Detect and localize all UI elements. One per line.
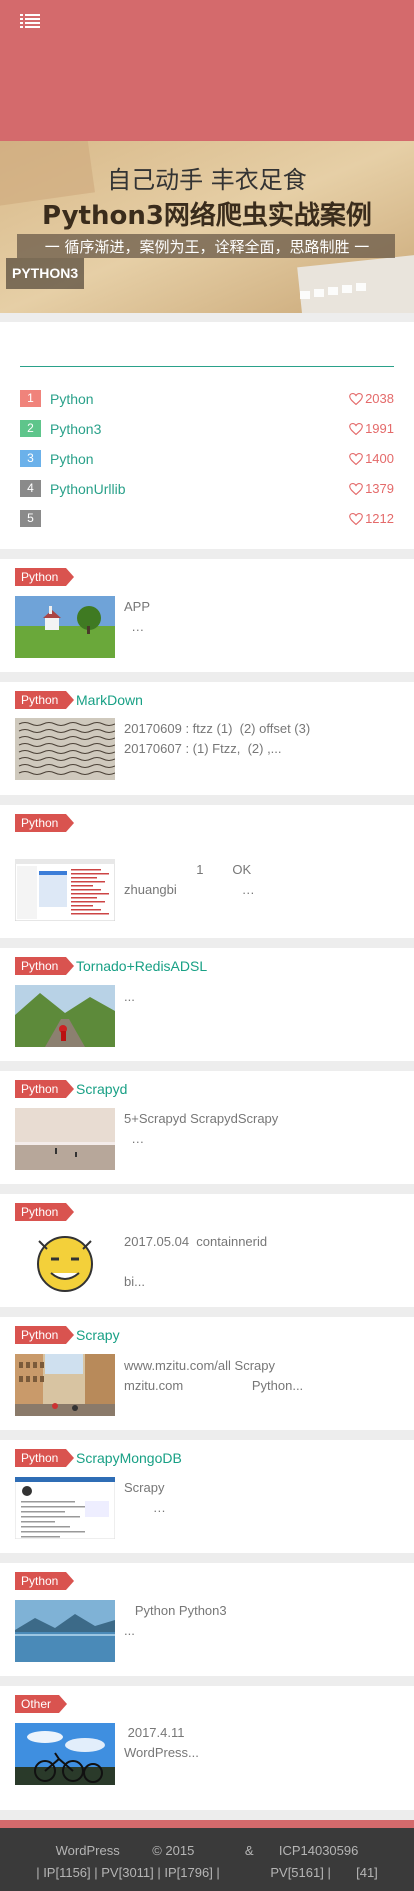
post-thumbnail-image [15,1600,115,1662]
footer-stats: | IP[1156] | PV[3011] | IP[1796] | PV[51… [36,1865,378,1880]
post-thumbnail-image [15,859,115,921]
post-card: Python Scrapyd 5+Scrapyd ScrapydScrapy … [0,1071,414,1184]
post-title-link[interactable]: Scrapyd [76,1079,404,1099]
rank-badge: 3 [20,450,41,467]
post-excerpt: www.mzitu.com/all Scrapy mzitu.com Pytho… [124,1358,304,1393]
hot-post-item[interactable]: 1 Python 2038 [20,388,394,410]
like-count-value: 1991 [365,421,394,436]
banner-line1: 自己动手 丰衣足食 [107,166,307,194]
like-count-value: 1212 [365,511,394,526]
category-label[interactable]: Python [15,814,75,832]
post-thumbnail[interactable] [15,859,115,921]
like-count[interactable]: 1991 [349,419,394,439]
heart-icon [349,423,363,435]
menu-icon[interactable] [20,13,40,29]
post-thumbnail[interactable] [15,985,115,1047]
rank-badge: 1 [20,390,41,407]
like-count-value: 1400 [365,451,394,466]
post-excerpt: 2017.4.11 WordPress... [124,1725,199,1760]
heart-icon [349,483,363,495]
post-card: Python 2017.05.04 containnerid bi... [0,1194,414,1307]
post-card: Python ScrapyMongoDB Scrapy … [0,1440,414,1553]
hot-post-item[interactable]: 5 1212 [20,508,394,530]
like-count[interactable]: 1212 [349,509,394,529]
hot-post-item[interactable]: 4 PythonUrllib 1379 [20,478,394,500]
hot-post-item[interactable]: 3 Python 1400 [20,448,394,470]
banner-tag: PYTHON3 [6,258,85,289]
post-card: Other 2017.4.11 WordPress... [0,1686,414,1810]
post-excerpt: Python Python3 ... [124,1603,227,1638]
heart-icon [349,513,363,525]
post-thumbnail-image [15,985,115,1047]
post-card: Python APP … [0,559,414,672]
hot-post-item[interactable]: 2 Python3 1991 [20,418,394,440]
category-label[interactable]: Python [15,1326,75,1344]
post-excerpt: ... [124,989,135,1004]
post-thumbnail[interactable] [15,596,115,658]
post-excerpt: APP … [124,599,151,634]
hot-posts-widget: 1 Python 2038 2 Python3 1991 3 Python 1400 4 Pytho… [0,322,414,549]
category-label[interactable]: Other [15,1695,68,1713]
hot-post-link[interactable]: PythonUrllib [50,479,125,499]
post-title-link[interactable]: Tornado+RedisADSL [76,956,404,976]
footer-accent-bar [0,1820,414,1828]
post-title-link[interactable]: MarkDown [76,690,404,710]
like-count-value: 1379 [365,481,394,496]
post-thumbnail[interactable] [15,1354,115,1416]
heart-icon [349,393,363,405]
post-excerpt: 5+Scrapyd ScrapydScrapy … [124,1111,279,1146]
category-label[interactable]: Python [15,1203,75,1221]
divider [20,366,394,367]
rank-badge: 4 [20,480,41,497]
heart-icon [349,453,363,465]
post-title-link[interactable]: Scrapy [76,1325,404,1345]
post-excerpt: Scrapy … [124,1480,166,1515]
site-header [0,0,414,141]
category-label[interactable]: Python [15,1080,75,1098]
post-title-link[interactable]: ScrapyMongoDB [76,1448,404,1468]
like-count[interactable]: 1379 [349,479,394,499]
hot-post-link[interactable]: Python [50,449,94,469]
post-thumbnail-image [15,1354,115,1416]
rank-badge: 2 [20,420,41,437]
post-thumbnail-image [15,1477,115,1539]
hot-post-link[interactable]: Python3 [50,419,101,439]
post-thumbnail[interactable] [15,1600,115,1662]
post-card: Python Scrapy www.mzitu.com/all Scrapy mzi… [0,1317,414,1430]
post-card: Python Python Python3 ... [0,1563,414,1676]
post-thumbnail-image [15,1231,115,1293]
post-thumbnail[interactable] [15,1108,115,1170]
site-footer: WordPress © 2015 & ICP14030596 | IP[1156… [0,1828,414,1891]
category-label[interactable]: Python [15,568,75,586]
banner-line2: Python3网络爬虫实战案例 [42,200,372,231]
like-count[interactable]: 1400 [349,449,394,469]
category-label[interactable]: Python [15,957,75,975]
post-thumbnail-image [15,1723,115,1785]
post-thumbnail-image [15,718,115,780]
post-thumbnail[interactable] [15,1231,115,1293]
post-excerpt: 1 OK zhuangbi … [124,862,255,897]
hot-post-link[interactable]: Python [50,389,94,409]
category-label[interactable]: Python [15,1449,75,1467]
category-label[interactable]: Python [15,691,75,709]
footer-copyright: WordPress © 2015 & ICP14030596 [55,1843,359,1858]
post-thumbnail[interactable] [15,1477,115,1539]
featured-banner[interactable]: 自己动手 丰衣足食 Python3网络爬虫实战案例 一 循序渐进，案例为王，诠释… [0,141,414,313]
post-card: Python Tornado+RedisADSL... [0,948,414,1061]
like-count-value: 2038 [365,391,394,406]
post-thumbnail[interactable] [15,718,115,780]
category-label[interactable]: Python [15,1572,75,1590]
post-excerpt: 20170609 : ftzz (1) (2) offset (3) 20170… [124,721,311,756]
post-card: Python MarkDown 20170609 : ftzz (1) (2) of… [0,682,414,795]
post-thumbnail-image [15,596,115,658]
post-thumbnail-image [15,1108,115,1170]
post-thumbnail[interactable] [15,1723,115,1785]
post-excerpt: 2017.05.04 containnerid bi... [124,1234,268,1289]
rank-badge: 5 [20,510,41,527]
banner-line3: 一 循序渐进，案例为王，诠释全面，思路制胜 一 [45,238,370,256]
post-card: Python 1 OK zhuangbi … [0,805,414,938]
like-count[interactable]: 2038 [349,389,394,409]
